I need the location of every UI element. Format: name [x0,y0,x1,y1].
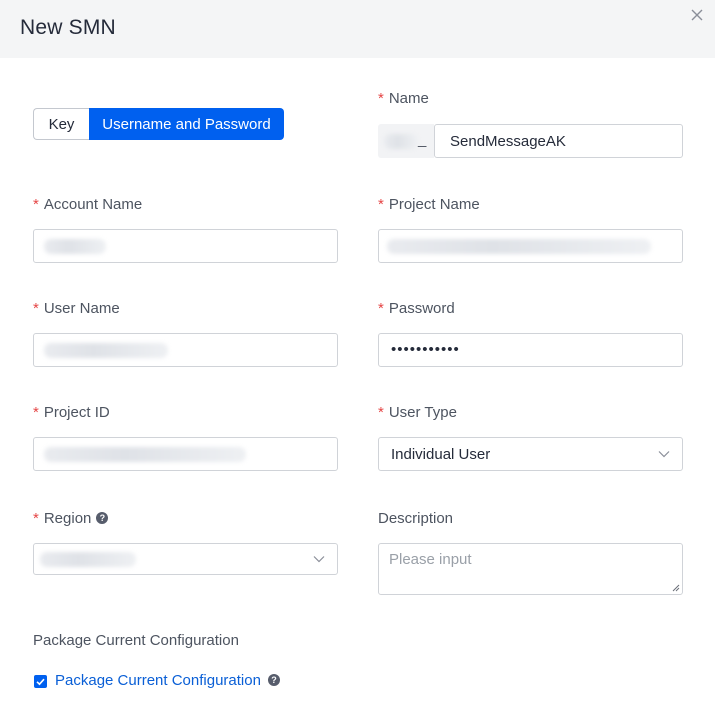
package-config-checkbox[interactable] [34,675,47,688]
project-name-input[interactable] [378,229,683,263]
password-label: * Password [378,300,455,317]
redacted-value [387,239,651,254]
user-type-label-text: User Type [388,404,457,421]
user-type-label: * User Type [378,404,457,421]
prefix-separator: _ [418,131,427,148]
password-input[interactable]: ••••••••••• [378,333,683,367]
package-config-checkbox-text: Package Current Configuration [55,672,261,689]
close-icon[interactable] [688,6,706,24]
package-section-label: Package Current Configuration [33,632,239,649]
required-marker: * [378,300,384,317]
account-name-input[interactable] [33,229,338,263]
chevron-down-icon [658,451,670,458]
required-marker: * [33,510,39,527]
description-label: Description [378,510,454,527]
user-name-input[interactable] [33,333,338,367]
region-select[interactable] [33,543,338,575]
name-label-text: Name [388,90,429,107]
account-name-label: * Account Name [33,196,142,213]
user-name-label-text: User Name [43,300,120,317]
dialog-title: New SMN [20,16,116,39]
redacted-value [44,447,246,462]
required-marker: * [33,404,39,421]
project-id-label: * Project ID [33,404,110,421]
question-circle-icon[interactable]: ? [267,674,280,687]
key-option-button[interactable]: Key [33,108,89,140]
project-id-label-text: Project ID [43,404,110,421]
required-marker: * [378,196,384,213]
question-circle-icon[interactable]: ? [96,512,109,525]
redacted-value [40,552,136,567]
name-prefix: _ [378,124,434,158]
project-name-label: * Project Name [378,196,480,213]
name-input[interactable]: SendMessageAK [434,124,683,158]
project-name-label-text: Project Name [388,196,480,213]
user-type-select[interactable]: Individual User [378,437,683,471]
project-id-input[interactable] [33,437,338,471]
redacted-prefix [384,134,418,149]
username-password-option-button[interactable]: Username and Password [89,108,284,140]
password-masked-value: ••••••••••• [391,341,460,358]
auth-method-toggle: Key Username and Password [33,108,284,140]
package-config-checkbox-label[interactable]: Package Current Configuration? [55,672,280,689]
required-marker: * [378,404,384,421]
name-label: * Name [378,90,429,107]
region-label: * Region? [33,510,109,527]
name-input-value: SendMessageAK [450,133,566,150]
user-type-selected-value: Individual User [391,446,491,463]
resize-grip-icon[interactable] [672,584,680,592]
account-name-label-text: Account Name [43,196,143,213]
dialog-header: New SMN [0,0,715,58]
user-name-label: * User Name [33,300,120,317]
required-marker: * [33,196,39,213]
region-label-text: Region [43,510,92,527]
redacted-value [44,343,168,358]
required-marker: * [33,300,39,317]
description-textarea[interactable]: Please input [378,543,683,595]
password-label-text: Password [388,300,455,317]
required-marker: * [378,90,384,107]
checkmark-icon [36,678,45,686]
chevron-down-icon [313,556,325,563]
description-placeholder: Please input [389,551,472,568]
redacted-value [44,239,106,254]
